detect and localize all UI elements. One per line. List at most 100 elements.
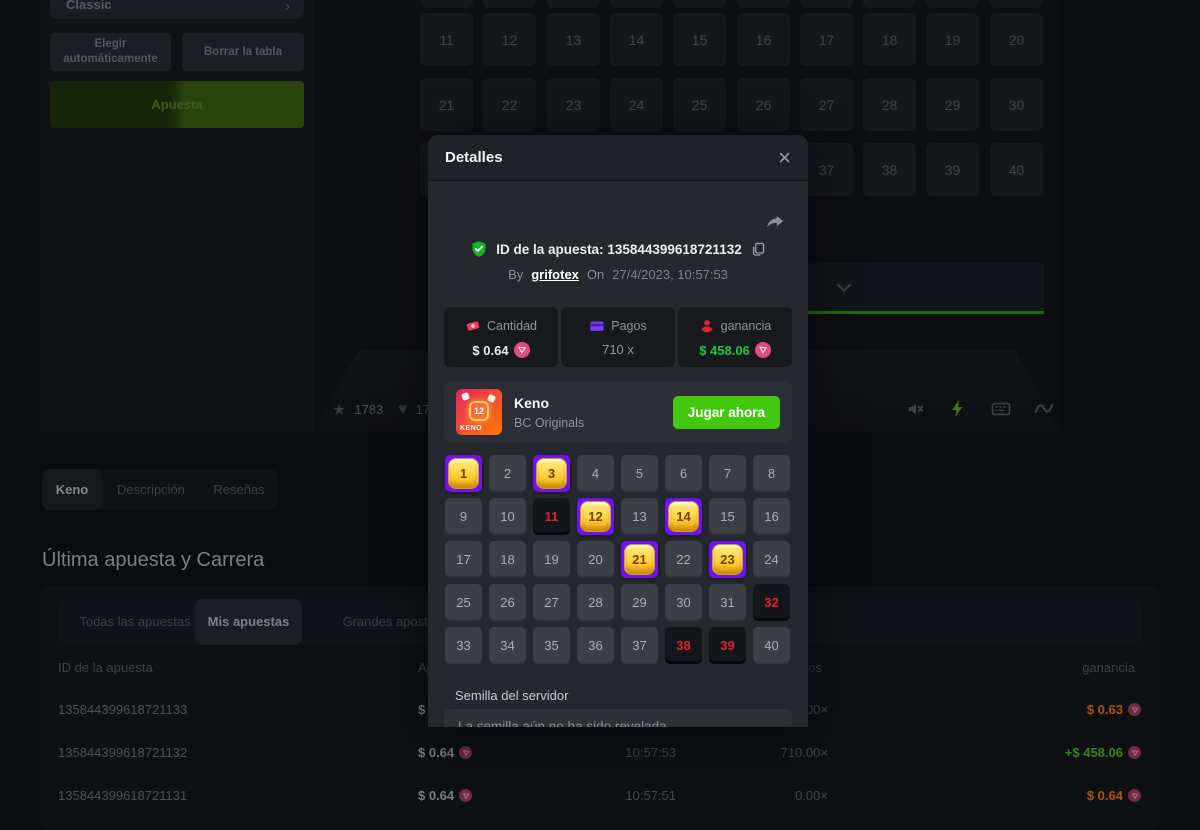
username-link[interactable]: grifotex — [531, 267, 579, 282]
chevron-right-icon: › — [285, 2, 290, 12]
copy-icon[interactable] — [750, 241, 766, 257]
clear-table-button[interactable]: Borrar la tabla — [182, 33, 304, 71]
board-tile[interactable] — [673, 0, 726, 8]
live-stats-icon[interactable] — [1034, 399, 1054, 419]
gold-hit-gem: 14 — [668, 501, 699, 532]
tab-keno[interactable]: Keno — [42, 469, 102, 510]
bet-id-row: ID de la apuesta: 135844399618721132 — [428, 239, 808, 259]
trx-coin-icon — [1128, 703, 1141, 716]
gold-hit-gem: 21 — [624, 544, 655, 575]
board-tile[interactable]: 29 — [926, 78, 979, 131]
sound-muted-icon[interactable] — [905, 399, 925, 419]
bet-details-modal: Detalles × ID de la apuesta: 13584439961… — [428, 135, 808, 727]
result-tile: 40 — [753, 627, 790, 664]
result-tile: 10 — [489, 498, 526, 535]
board-tile[interactable] — [800, 0, 853, 8]
board-tile[interactable]: 11 — [420, 13, 473, 66]
game-card: 12 KENO Keno BC Originals Jugar ahora — [444, 381, 792, 443]
board-tile[interactable] — [420, 0, 473, 8]
turbo-lightning-icon[interactable] — [948, 399, 968, 419]
board-tile[interactable]: 19 — [926, 13, 979, 66]
board-tile[interactable]: 38 — [863, 143, 916, 196]
share-icon[interactable] — [764, 211, 786, 233]
auto-pick-button[interactable]: Elegir automáticamente — [50, 33, 171, 71]
board-tile[interactable]: 14 — [610, 13, 663, 66]
board-tile[interactable]: 26 — [737, 78, 790, 131]
result-tile: 12 — [577, 498, 614, 535]
board-tile[interactable] — [990, 0, 1043, 8]
bet-button[interactable]: Apuesta — [50, 81, 304, 128]
board-tile[interactable]: 28 — [863, 78, 916, 131]
trx-coin-icon — [755, 342, 771, 358]
col-header-profit: ganancia — [1082, 660, 1135, 675]
board-tile[interactable]: 15 — [673, 13, 726, 66]
board-tile[interactable] — [926, 0, 979, 8]
subtab-my-bets[interactable]: Mis apuestas — [195, 599, 302, 645]
game-mode-dropdown[interactable]: Classic › — [50, 0, 304, 19]
subtab-all-bets[interactable]: Todas las apuestas — [75, 599, 195, 645]
result-tile: 33 — [445, 627, 482, 664]
board-tile[interactable]: 21 — [420, 78, 473, 131]
keno-icon-label: KENO — [460, 425, 482, 432]
board-tile[interactable]: 12 — [483, 13, 536, 66]
result-tile: 29 — [621, 584, 658, 621]
bet-multiplier-cell: 710.00× — [781, 731, 828, 774]
game-card-text: Keno BC Originals — [514, 395, 584, 430]
bet-id-cell: 135844399618721132 — [58, 731, 187, 774]
stat-pagos: Pagos 710 x — [561, 307, 675, 367]
board-tile[interactable]: 13 — [547, 13, 600, 66]
play-now-button[interactable]: Jugar ahora — [673, 396, 780, 429]
result-tile: 27 — [533, 584, 570, 621]
bet-row[interactable]: 135844399618721131$ 0.6410:57:510.00×$ 0… — [40, 774, 1160, 817]
heart-icon: ♥ — [398, 401, 408, 419]
gold-hit-gem: 1 — [448, 458, 479, 489]
board-tile[interactable] — [863, 0, 916, 8]
on-label: On — [587, 267, 604, 282]
money-icon — [465, 318, 481, 334]
board-tile[interactable]: 39 — [926, 143, 979, 196]
board-tile[interactable]: 25 — [673, 78, 726, 131]
bet-row[interactable]: 135844399618721132$ 0.6410:57:53710.00×+… — [40, 731, 1160, 774]
tab-descripcion[interactable]: Descripción — [102, 469, 200, 510]
result-tile: 17 — [445, 541, 482, 578]
board-tile[interactable]: 20 — [990, 13, 1043, 66]
result-tile: 21 — [621, 541, 658, 578]
board-tile[interactable]: 16 — [737, 13, 790, 66]
close-icon[interactable]: × — [778, 147, 791, 169]
result-tile: 9 — [445, 498, 482, 535]
board-tile[interactable]: 30 — [990, 78, 1043, 131]
board-tile[interactable]: 24 — [610, 78, 663, 131]
bet-profit-cell: $ 0.64 — [1087, 774, 1141, 817]
board-tile[interactable] — [610, 0, 663, 8]
tab-resenas[interactable]: Reseñas — [200, 469, 278, 510]
board-tile[interactable]: 23 — [547, 78, 600, 131]
result-tile: 7 — [709, 455, 746, 492]
result-tile: 35 — [533, 627, 570, 664]
result-tile: 5 — [621, 455, 658, 492]
bet-profit-cell: $ 0.63 — [1087, 688, 1141, 731]
board-tile[interactable]: 40 — [990, 143, 1043, 196]
likes-counter[interactable]: ♥ 17 — [398, 387, 430, 432]
result-tile: 25 — [445, 584, 482, 621]
board-tile[interactable] — [737, 0, 790, 8]
board-tile[interactable]: 22 — [483, 78, 536, 131]
result-tile: 1 — [445, 455, 482, 492]
stat-value: $ 458.06 — [699, 343, 750, 358]
board-tile[interactable] — [547, 0, 600, 8]
bet-profit-cell: +$ 458.06 — [1065, 731, 1141, 774]
board-tile[interactable] — [483, 0, 536, 8]
server-seed-value[interactable]: La semilla aún no ha sido revelada — [444, 709, 792, 727]
hotkeys-keyboard-icon[interactable] — [991, 399, 1011, 419]
result-board: 1234567891011121314151617181920212223242… — [445, 455, 791, 664]
stat-ganancia: ganancia $ 458.06 — [678, 307, 792, 367]
stat-cantidad: Cantidad $ 0.64 — [444, 307, 558, 367]
favorites-counter[interactable]: ★ 1783 — [332, 387, 383, 432]
latest-bets-heading: Última apuesta y Carrera — [42, 549, 264, 572]
board-tile[interactable]: 27 — [800, 78, 853, 131]
board-tile[interactable]: 18 — [863, 13, 916, 66]
result-tile: 28 — [577, 584, 614, 621]
bet-time-cell: 10:57:51 — [625, 774, 676, 817]
result-tile: 15 — [709, 498, 746, 535]
board-tile[interactable]: 17 — [800, 13, 853, 66]
result-tile: 20 — [577, 541, 614, 578]
